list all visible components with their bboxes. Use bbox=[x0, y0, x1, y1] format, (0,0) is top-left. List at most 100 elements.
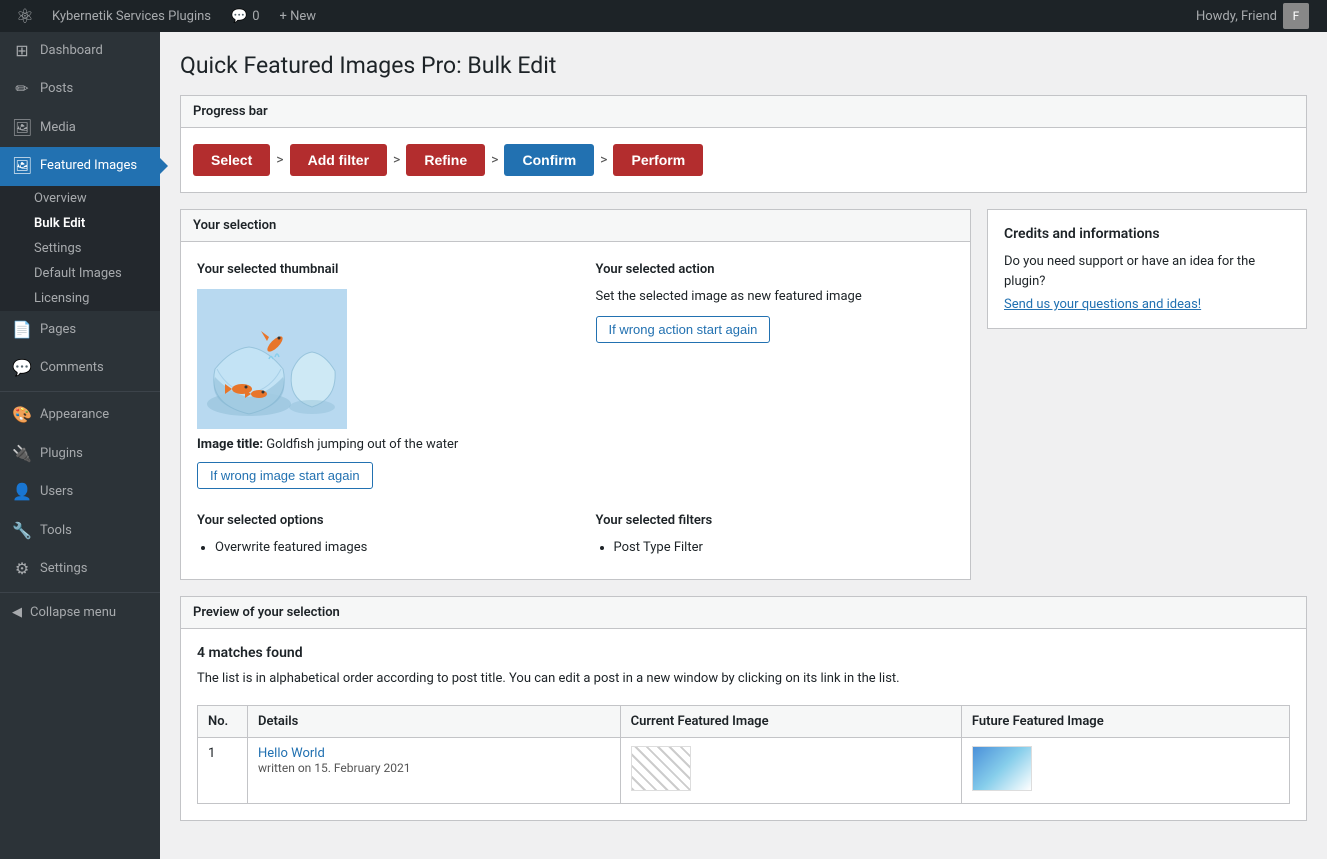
dashboard-icon: ⊞ bbox=[12, 40, 32, 62]
comments-icon: 💬 bbox=[231, 9, 247, 24]
adminbar-comments[interactable]: 💬 0 bbox=[221, 0, 270, 32]
progress-bar-header: Progress bar bbox=[181, 96, 1306, 128]
row-details: Hello World written on 15. February 2021 bbox=[248, 737, 621, 803]
media-icon: 🖼 bbox=[12, 117, 32, 139]
sidebar-item-users[interactable]: 👤 Users bbox=[0, 473, 160, 511]
submenu-item-default-images[interactable]: Default Images bbox=[0, 261, 160, 286]
step-confirm-button[interactable]: Confirm bbox=[504, 144, 594, 176]
submenu-item-overview[interactable]: Overview bbox=[0, 186, 160, 211]
step-perform-button[interactable]: Perform bbox=[613, 144, 703, 176]
credits-title: Credits and informations bbox=[1004, 226, 1290, 242]
row-number: 1 bbox=[198, 737, 248, 803]
table-header-current: Current Featured Image bbox=[620, 705, 961, 737]
two-col-layout: Your selection Your selected thumbnail bbox=[180, 209, 1307, 580]
matches-count: 4 matches found bbox=[197, 645, 1290, 661]
step-add-filter-button[interactable]: Add filter bbox=[290, 144, 387, 176]
options-section: Your selected options Overwrite featured… bbox=[197, 513, 576, 559]
page-title: Quick Featured Images Pro: Bulk Edit bbox=[180, 52, 1307, 79]
selection-section: Your selection Your selected thumbnail bbox=[180, 209, 971, 580]
wrong-image-button[interactable]: If wrong image start again bbox=[197, 462, 373, 489]
filters-title: Your selected filters bbox=[596, 513, 955, 528]
selection-header: Your selection bbox=[181, 210, 970, 242]
table-header-no: No. bbox=[198, 705, 248, 737]
filters-section: Your selected filters Post Type Filter bbox=[576, 513, 955, 559]
sidebar-item-plugins[interactable]: 🔌 Plugins bbox=[0, 435, 160, 473]
table-row: 1 Hello World written on 15. February 20… bbox=[198, 737, 1290, 803]
sidebar-item-featured-images[interactable]: 🖼 Featured Images bbox=[0, 147, 160, 185]
thumbnail-section: Your selected thumbnail bbox=[197, 262, 576, 489]
selection-grid: Your selected thumbnail bbox=[197, 262, 954, 489]
step-arrow-4: > bbox=[600, 152, 607, 168]
preview-header: Preview of your selection bbox=[181, 597, 1306, 629]
credits-column: Credits and informations Do you need sup… bbox=[987, 209, 1307, 580]
preview-section: Preview of your selection 4 matches foun… bbox=[180, 596, 1307, 821]
preview-table: No. Details Current Featured Image Futur… bbox=[197, 705, 1290, 804]
pages-icon: 📄 bbox=[12, 319, 32, 341]
sidebar-item-tools[interactable]: 🔧 Tools bbox=[0, 512, 160, 550]
step-arrow-2: > bbox=[393, 152, 400, 168]
sidebar-item-pages[interactable]: 📄 Pages bbox=[0, 311, 160, 349]
admin-bar: ⚛ Kybernetik Services Plugins 💬 0 + New … bbox=[0, 0, 1327, 32]
options-title: Your selected options bbox=[197, 513, 556, 528]
featured-images-submenu: Overview Bulk Edit Settings Default Imag… bbox=[0, 186, 160, 311]
action-title: Your selected action bbox=[596, 262, 955, 277]
preview-body: 4 matches found The list is in alphabeti… bbox=[181, 629, 1306, 820]
row-current-image bbox=[620, 737, 961, 803]
step-arrow-1: > bbox=[276, 152, 283, 168]
appearance-icon: 🎨 bbox=[12, 404, 32, 426]
submenu-item-bulk-edit[interactable]: Bulk Edit bbox=[0, 211, 160, 236]
action-section: Your selected action Set the selected im… bbox=[576, 262, 955, 489]
sidebar-item-posts[interactable]: ✏ Posts bbox=[0, 70, 160, 108]
progress-bar-section: Progress bar Select > Add filter > Refin… bbox=[180, 95, 1307, 193]
thumbnail-title: Your selected thumbnail bbox=[197, 262, 556, 277]
post-title-link[interactable]: Hello World bbox=[258, 746, 325, 761]
table-header-details: Details bbox=[248, 705, 621, 737]
credits-link[interactable]: Send us your questions and ideas! bbox=[1004, 297, 1201, 312]
sidebar-item-settings[interactable]: ⚙ Settings bbox=[0, 550, 160, 588]
progress-steps: Select > Add filter > Refine > Confirm >… bbox=[193, 144, 1294, 176]
wrong-action-button[interactable]: If wrong action start again bbox=[596, 316, 771, 343]
step-select-button[interactable]: Select bbox=[193, 144, 270, 176]
submenu-item-licensing[interactable]: Licensing bbox=[0, 286, 160, 311]
main-content: Quick Featured Images Pro: Bulk Edit Pro… bbox=[160, 32, 1327, 859]
avatar: F bbox=[1283, 3, 1309, 29]
comments-sidebar-icon: 💬 bbox=[12, 357, 32, 379]
collapse-icon: ◀ bbox=[12, 605, 22, 620]
featured-images-icon: 🖼 bbox=[12, 155, 32, 177]
options-filters-grid: Your selected options Overwrite featured… bbox=[197, 513, 954, 559]
progress-bar-body: Select > Add filter > Refine > Confirm >… bbox=[181, 128, 1306, 192]
sidebar-item-media[interactable]: 🖼 Media bbox=[0, 109, 160, 147]
option-item: Overwrite featured images bbox=[215, 540, 556, 555]
post-date: written on 15. February 2021 bbox=[258, 761, 411, 775]
plugins-icon: 🔌 bbox=[12, 443, 32, 465]
sidebar-item-comments[interactable]: 💬 Comments bbox=[0, 349, 160, 387]
selection-body: Your selected thumbnail bbox=[181, 242, 970, 579]
adminbar-site-name[interactable]: Kybernetik Services Plugins bbox=[42, 0, 221, 32]
admin-sidebar: ⊞ Dashboard ✏ Posts 🖼 Media 🖼 Featured I… bbox=[0, 32, 160, 859]
submenu-item-settings[interactable]: Settings bbox=[0, 236, 160, 261]
options-list: Overwrite featured images bbox=[197, 540, 556, 555]
credits-text: Do you need support or have an idea for … bbox=[1004, 252, 1290, 291]
sidebar-item-appearance[interactable]: 🎨 Appearance bbox=[0, 396, 160, 434]
credits-box: Credits and informations Do you need sup… bbox=[987, 209, 1307, 329]
posts-icon: ✏ bbox=[12, 78, 32, 100]
filters-list: Post Type Filter bbox=[596, 540, 955, 555]
adminbar-howdy: Howdy, Friend F bbox=[1186, 3, 1319, 29]
sidebar-item-dashboard[interactable]: ⊞ Dashboard bbox=[0, 32, 160, 70]
row-future-image bbox=[961, 737, 1289, 803]
wp-logo-icon[interactable]: ⚛ bbox=[8, 4, 42, 28]
settings-icon: ⚙ bbox=[12, 558, 32, 580]
matches-description: The list is in alphabetical order accord… bbox=[197, 669, 1290, 689]
users-icon: 👤 bbox=[12, 481, 32, 503]
table-header-future: Future Featured Image bbox=[961, 705, 1289, 737]
adminbar-new[interactable]: + New bbox=[270, 0, 327, 32]
current-thumbnail bbox=[631, 746, 691, 791]
action-description: Set the selected image as new featured i… bbox=[596, 289, 955, 304]
thumbnail-image-area bbox=[197, 289, 347, 429]
filter-item: Post Type Filter bbox=[614, 540, 955, 555]
selection-column: Your selection Your selected thumbnail bbox=[180, 209, 971, 580]
future-thumbnail bbox=[972, 746, 1032, 791]
step-refine-button[interactable]: Refine bbox=[406, 144, 485, 176]
collapse-menu[interactable]: ◀ Collapse menu bbox=[0, 597, 160, 628]
image-title-text: Image title: Goldfish jumping out of the… bbox=[197, 437, 556, 452]
